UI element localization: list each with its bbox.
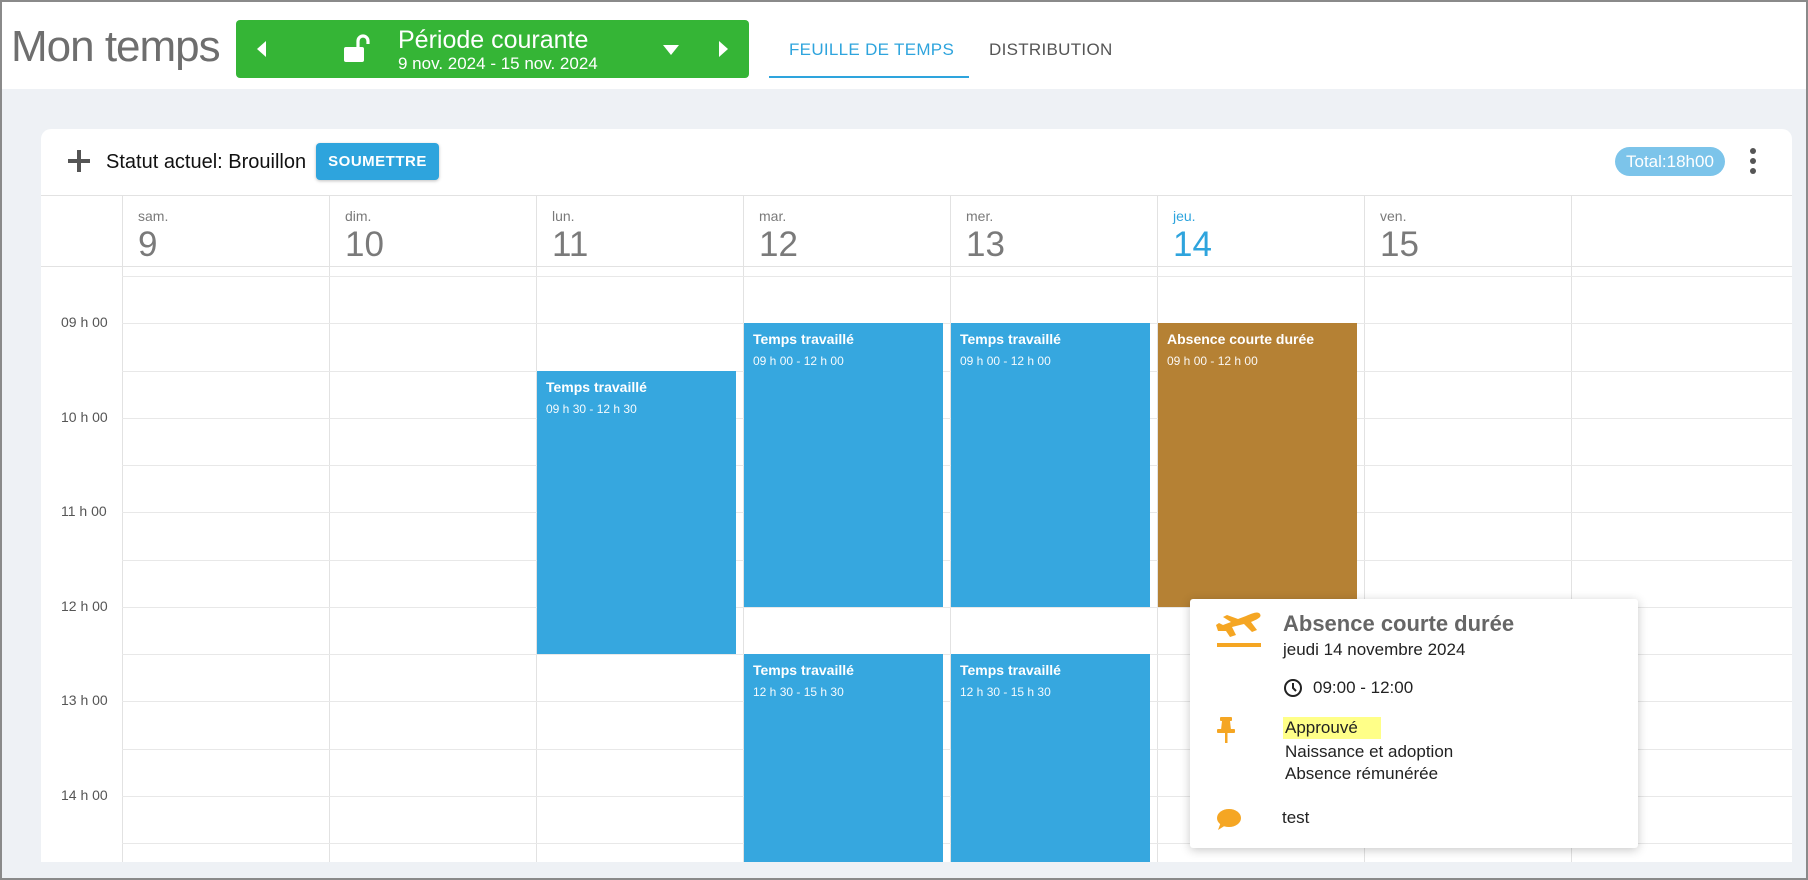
top-bar: Mon temps Période courante 9 nov. 2024 -… xyxy=(0,0,1808,89)
chevron-right-icon[interactable] xyxy=(713,39,733,59)
day-number: 9 xyxy=(138,225,158,264)
absence-event[interactable]: Absence courte durée 09 h 00 - 12 h 00 xyxy=(1158,323,1357,607)
event-time: 09 h 30 - 12 h 30 xyxy=(546,401,637,416)
work-event[interactable]: Temps travaillé 09 h 30 - 12 h 30 xyxy=(537,370,736,654)
day-header-12[interactable]: mar. 12 xyxy=(759,208,798,265)
day-of-week: lun. xyxy=(552,208,575,224)
period-range: 9 nov. 2024 - 15 nov. 2024 xyxy=(398,54,598,73)
period-selector[interactable]: Période courante 9 nov. 2024 - 15 nov. 2… xyxy=(236,20,749,78)
comment-icon xyxy=(1214,808,1242,837)
popup-comment: test xyxy=(1282,808,1310,827)
event-detail-popup: Absence courte durée jeudi 14 novembre 2… xyxy=(1190,599,1638,848)
work-event[interactable]: Temps travaillé 09 h 00 - 12 h 00 xyxy=(744,323,943,607)
popup-date: jeudi 14 novembre 2024 xyxy=(1283,640,1466,659)
header-separator xyxy=(41,266,1792,267)
event-title: Temps travaillé xyxy=(753,662,854,678)
active-tab-indicator xyxy=(769,76,969,78)
time-label: 10 h 00 xyxy=(61,408,108,425)
event-title: Temps travaillé xyxy=(546,378,647,395)
popup-time: 09:00 - 12:00 xyxy=(1313,678,1414,697)
day-header-15[interactable]: ven. 15 xyxy=(1380,208,1419,265)
day-column-divider xyxy=(329,196,330,862)
event-time: 12 h 30 - 15 h 30 xyxy=(960,685,1051,699)
work-event[interactable]: Temps travaillé 12 h 30 - 15 h 30 xyxy=(744,654,943,862)
day-number: 13 xyxy=(966,225,1005,264)
event-title: Absence courte durée xyxy=(1167,331,1315,348)
clock-icon xyxy=(1283,678,1303,703)
day-number: 15 xyxy=(1380,225,1419,264)
time-label: 12 h 00 xyxy=(61,597,108,614)
submit-button[interactable]: SOUMETTRE xyxy=(316,143,439,180)
event-time: 12 h 30 - 15 h 30 xyxy=(753,685,844,699)
work-event[interactable]: Temps travaillé 12 h 30 - 15 h 30 xyxy=(951,654,1150,862)
popup-status: Approuvé xyxy=(1283,717,1381,739)
pushpin-icon xyxy=(1215,716,1237,749)
day-column-divider xyxy=(122,196,123,862)
day-header-13[interactable]: mer. 13 xyxy=(966,208,1005,265)
tab-feuille-de-temps[interactable]: FEUILLE DE TEMPS xyxy=(789,40,954,60)
event-time: 09 h 00 - 12 h 00 xyxy=(1167,354,1258,369)
kebab-icon[interactable] xyxy=(1747,146,1759,176)
day-header-9[interactable]: sam. 9 xyxy=(138,208,168,265)
plus-icon[interactable] xyxy=(65,147,93,175)
day-header-14[interactable]: jeu. 14 xyxy=(1173,208,1212,265)
day-number: 11 xyxy=(552,225,589,264)
unlock-icon xyxy=(342,34,374,64)
popup-paid-status: Absence rémunérée xyxy=(1285,764,1439,783)
event-title: Temps travaillé xyxy=(960,662,1061,678)
time-label: 13 h 00 xyxy=(61,692,108,709)
work-event[interactable]: Temps travaillé 09 h 00 - 12 h 00 xyxy=(951,323,1150,607)
day-number: 12 xyxy=(759,225,798,264)
tab-distribution[interactable]: DISTRIBUTION xyxy=(989,40,1113,60)
caret-down-icon[interactable] xyxy=(660,42,682,58)
app-title: Mon temps xyxy=(11,22,221,71)
event-time: 09 h 00 - 12 h 00 xyxy=(753,354,844,369)
day-header-11[interactable]: lun. 11 xyxy=(552,208,588,265)
period-title: Période courante xyxy=(398,26,589,54)
popup-absence-type: Naissance et adoption xyxy=(1285,742,1454,761)
day-of-week: sam. xyxy=(138,208,169,224)
time-label: 11 h 00 xyxy=(61,503,107,520)
status-text: Statut actuel: Brouillon xyxy=(106,151,307,173)
day-header-10[interactable]: dim. 10 xyxy=(345,208,384,265)
event-title: Temps travaillé xyxy=(753,331,854,348)
event-title: Temps travaillé xyxy=(960,331,1061,348)
time-label: 09 h 00 xyxy=(61,314,108,331)
day-of-week: mar. xyxy=(759,208,787,224)
timesheet-toolbar: Statut actuel: Brouillon SOUMETTRE Total… xyxy=(41,129,1792,195)
time-slot-line xyxy=(122,276,1792,277)
chevron-left-icon[interactable] xyxy=(252,39,272,59)
day-number: 14 xyxy=(1173,225,1212,264)
day-of-week: jeu. xyxy=(1173,208,1196,224)
airplane-icon xyxy=(1214,611,1264,654)
total-badge: Total:18h00 xyxy=(1615,147,1725,176)
time-label: 14 h 00 xyxy=(61,786,108,803)
day-of-week: ven. xyxy=(1380,208,1407,224)
event-time: 09 h 00 - 12 h 00 xyxy=(960,354,1051,369)
day-number: 10 xyxy=(345,225,384,264)
day-of-week: mer. xyxy=(966,208,994,224)
popup-title: Absence courte durée xyxy=(1283,611,1515,636)
day-of-week: dim. xyxy=(345,208,372,224)
